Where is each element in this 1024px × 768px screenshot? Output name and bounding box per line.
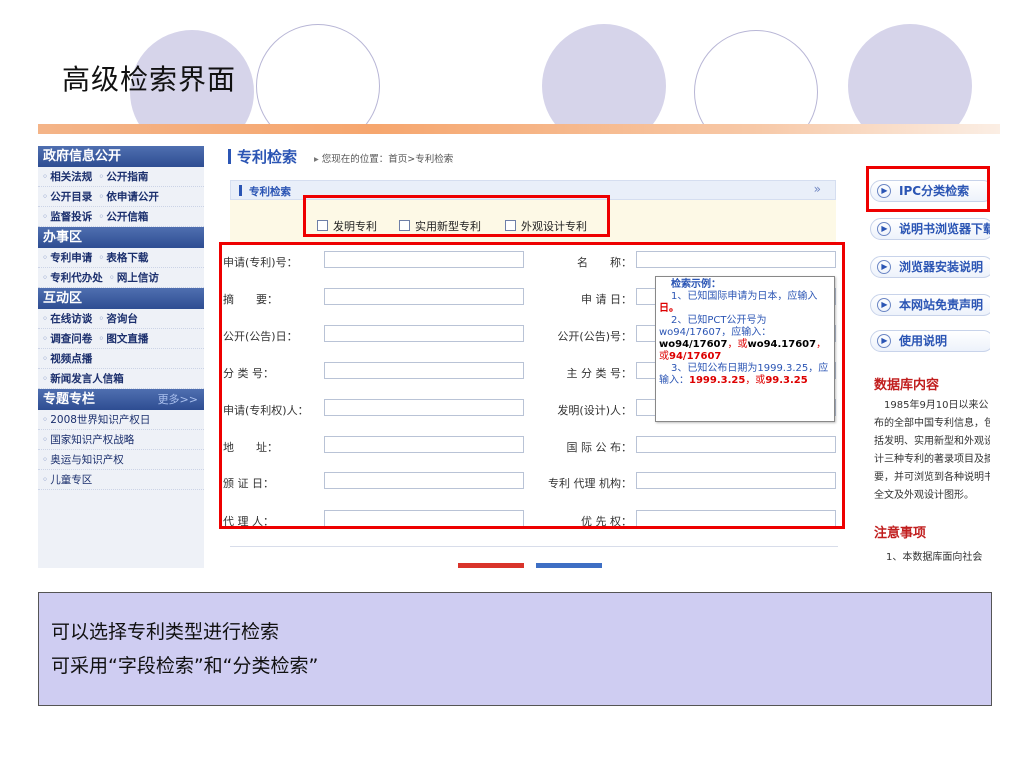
nav-row: 儿童专区	[38, 470, 204, 490]
highlight-box-patent-types	[303, 195, 610, 237]
nav-link-live[interactable]: 图文直播	[98, 329, 148, 349]
db-content-title: 数据库内容	[874, 378, 940, 393]
db-line: 要，并可浏览到各种说明书	[874, 472, 990, 483]
breadcrumb[interactable]: 您现在的位置：首页>专利检索	[314, 151, 453, 165]
nav-header-topics[interactable]: 专题专栏 更多>>	[38, 389, 204, 410]
form-divider	[230, 546, 838, 547]
nav-row: 国家知识产权战略	[38, 430, 204, 450]
nav-link-survey[interactable]: 调查问卷	[42, 329, 92, 349]
disclaimer-button[interactable]: ▶ 本网站免责声明	[870, 294, 990, 316]
usage-guide-button[interactable]: ▶ 使用说明	[870, 330, 990, 352]
db-line: 布的全部中国专利信息，包	[874, 418, 990, 429]
db-line: 计三种专利的著录项目及摘	[874, 454, 990, 465]
nav-row: 调查问卷图文直播	[38, 329, 204, 349]
button-label: 浏览器安装说明	[899, 260, 984, 274]
db-line: 全文及外观设计图形。	[874, 490, 974, 501]
website-screenshot: 政府信息公开 相关法规公开指南 公开目录依申请公开 监督投诉公开信箱 办事区 专…	[38, 134, 990, 568]
nav-link-spokesman[interactable]: 新闻发言人信箱	[42, 369, 124, 389]
nav-link-guide[interactable]: 公开指南	[98, 167, 148, 187]
notes-title: 注意事项	[874, 526, 927, 541]
nav-header-services[interactable]: 办事区	[38, 227, 204, 248]
play-icon: ▶	[877, 260, 891, 274]
summary-box: 可以选择专利类型进行检索 可采用“字段检索”和“分类检索”	[38, 592, 992, 706]
button-label: 说明书浏览器下载	[899, 222, 990, 236]
play-icon: ▶	[877, 222, 891, 236]
nav-link-video[interactable]: 视频点播	[42, 349, 92, 369]
db-line: 括发明、实用新型和外观设	[874, 436, 990, 447]
nav-row: 公开目录依申请公开	[38, 187, 204, 207]
summary-line-2: 可采用“字段检索”和“分类检索”	[51, 655, 319, 677]
nav-row: 新闻发言人信箱	[38, 369, 204, 389]
nav-link-ip-day[interactable]: 2008世界知识产权日	[42, 410, 150, 430]
nav-link-petition[interactable]: 网上信访	[109, 268, 159, 288]
viewer-download-button[interactable]: ▶ 说明书浏览器下载	[870, 218, 990, 240]
highlight-box-search-fields	[219, 242, 845, 529]
nav-more-link[interactable]: 更多>>	[158, 389, 198, 410]
nav-link-mailbox[interactable]: 公开信箱	[98, 207, 148, 227]
nav-row: 在线访谈咨询台	[38, 309, 204, 329]
notes-text: 1、本数据库面向社会	[886, 552, 983, 563]
nav-link-forms[interactable]: 表格下载	[98, 248, 148, 268]
nav-link-consult[interactable]: 咨询台	[98, 309, 138, 329]
db-content-text: 1985年9月10日以来公 布的全部中国专利信息，包 括发明、实用新型和外观设 …	[874, 397, 990, 505]
button-label: 本网站免责声明	[899, 298, 984, 312]
main-title-bar: 专利检索 您现在的位置：首页>专利检索	[228, 146, 856, 168]
db-line: 1985年9月10日以来公	[874, 400, 989, 411]
search-button[interactable]	[458, 563, 524, 568]
nav-link-ip-strategy[interactable]: 国家知识产权战略	[42, 430, 134, 450]
nav-header-topics-label: 专题专栏	[43, 392, 96, 407]
nav-link-complaint[interactable]: 监督投诉	[42, 207, 92, 227]
play-icon: ▶	[877, 298, 891, 312]
nav-row: 专利代办处网上信访	[38, 268, 204, 288]
slide-title: 高级检索界面	[62, 63, 237, 96]
button-label: 使用说明	[899, 334, 948, 348]
nav-row: 监督投诉公开信箱	[38, 207, 204, 227]
title-accent	[228, 149, 231, 164]
title-underline	[38, 124, 1000, 134]
nav-header-interactive[interactable]: 互动区	[38, 288, 204, 309]
play-icon: ▶	[877, 334, 891, 348]
nav-link-regulations[interactable]: 相关法规	[42, 167, 92, 187]
nav-header-gov-info[interactable]: 政府信息公开	[38, 146, 204, 167]
nav-row: 专利申请表格下载	[38, 248, 204, 268]
nav-link-agency[interactable]: 专利代办处	[42, 268, 103, 288]
nav-link-catalog[interactable]: 公开目录	[42, 187, 92, 207]
left-nav: 政府信息公开 相关法规公开指南 公开目录依申请公开 监督投诉公开信箱 办事区 专…	[38, 146, 204, 568]
install-guide-button[interactable]: ▶ 浏览器安装说明	[870, 256, 990, 278]
nav-row: 2008世界知识产权日	[38, 410, 204, 430]
highlight-box-ipc	[866, 166, 990, 212]
nav-link-interview[interactable]: 在线访谈	[42, 309, 92, 329]
nav-link-olympics[interactable]: 奥运与知识产权	[42, 450, 124, 470]
reset-button[interactable]	[536, 563, 602, 568]
panel-title: 专利检索	[249, 186, 291, 198]
nav-row: 奥运与知识产权	[38, 450, 204, 470]
expand-icon[interactable]: »	[814, 182, 821, 196]
nav-link-request[interactable]: 依申请公开	[98, 187, 159, 207]
summary-line-1: 可以选择专利类型进行检索	[51, 621, 280, 643]
nav-link-children[interactable]: 儿童专区	[42, 470, 92, 490]
nav-link-apply[interactable]: 专利申请	[42, 248, 92, 268]
nav-row: 视频点播	[38, 349, 204, 369]
page-title: 专利检索	[237, 148, 298, 166]
nav-row: 相关法规公开指南	[38, 167, 204, 187]
